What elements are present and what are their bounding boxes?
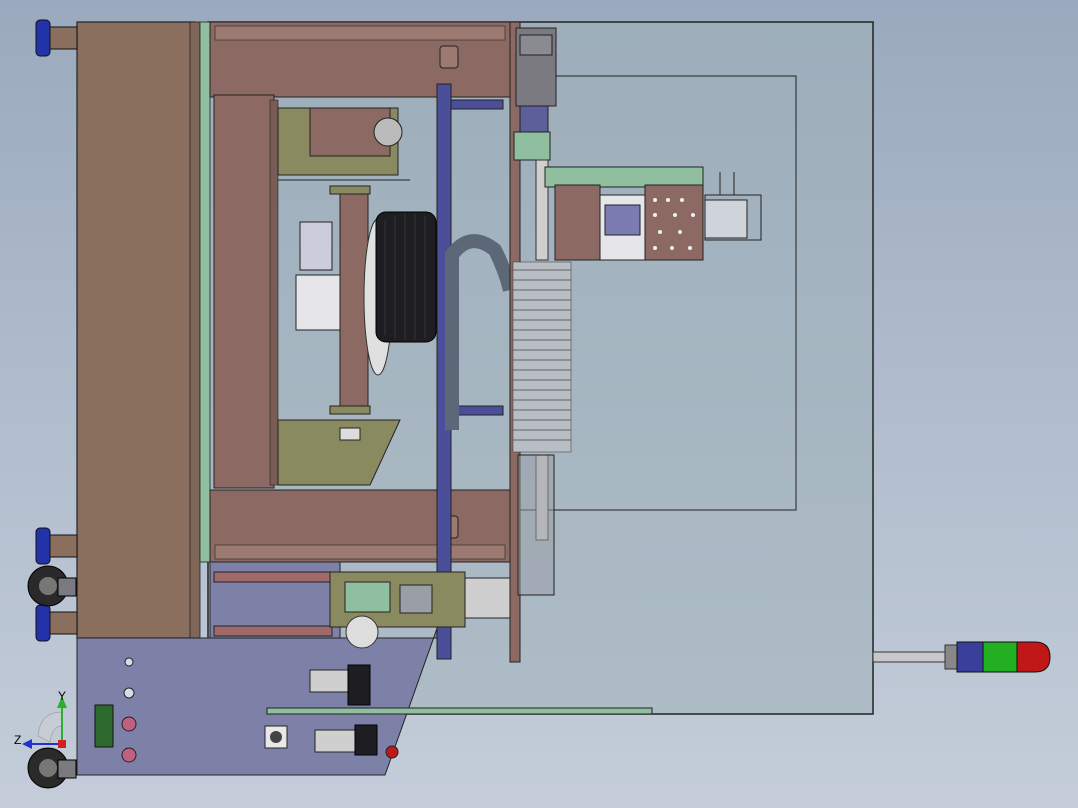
heat-sink-fins (512, 261, 572, 453)
solenoid-valve-1 (309, 669, 349, 693)
green-trim-strip (199, 21, 211, 563)
carriage-top-plate (544, 166, 704, 188)
stack-light (872, 641, 1051, 673)
left-frame-column (76, 21, 196, 639)
base-rail (266, 707, 653, 715)
side-servo-motor (704, 199, 748, 239)
pneumatic-rod-lower (213, 625, 333, 637)
terminal-block (94, 704, 114, 748)
left-blue-buttons (35, 19, 78, 642)
emergency-indicator (385, 745, 399, 759)
caster-wheel-lower (27, 747, 77, 789)
fan (345, 615, 379, 649)
y-axis-label: Y (58, 689, 66, 703)
z-axis-label: Z (14, 733, 21, 747)
solenoid-valve-2 (314, 729, 356, 753)
machine-assembly-drawing: Y Z (14, 19, 1051, 789)
caster-wheel-upper (27, 565, 77, 607)
small-servo-motor (299, 221, 333, 271)
vertical-mount-plate (213, 94, 275, 489)
pneumatic-rod-upper (213, 571, 333, 583)
carriage-block (554, 184, 601, 261)
cad-viewport[interactable]: Y Z (0, 0, 1078, 808)
axis-triad: Y Z (14, 689, 67, 749)
